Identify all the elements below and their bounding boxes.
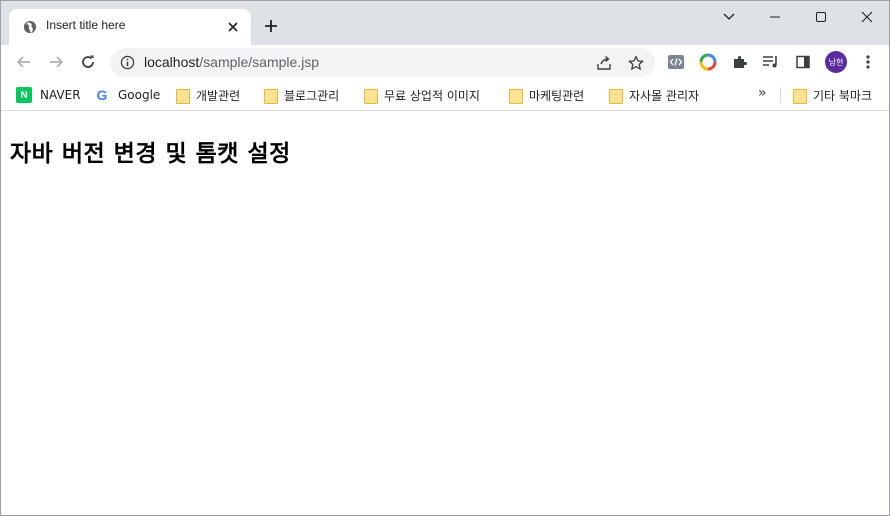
- extensions-button[interactable]: [730, 52, 750, 72]
- info-icon[interactable]: [120, 55, 135, 70]
- page-content: 자바 버전 변경 및 톰캣 설정: [1, 112, 889, 515]
- bookmark-label: 블로그관리: [284, 88, 340, 103]
- plus-icon: [265, 20, 277, 32]
- folder-icon: [176, 88, 190, 104]
- url-host: localhost: [144, 54, 200, 70]
- address-bar[interactable]: localhost/sample/sample.jsp: [110, 48, 655, 77]
- close-window-button[interactable]: [852, 5, 882, 29]
- folder-icon: [609, 88, 623, 104]
- bookmarks-overflow-button[interactable]: »: [758, 85, 767, 101]
- side-panel-icon: [796, 55, 810, 69]
- bookmark-label: 기타 북마크: [813, 88, 873, 103]
- minimize-button[interactable]: [760, 5, 790, 29]
- profile-avatar[interactable]: 남현: [825, 51, 847, 73]
- bookmark-google[interactable]: G Google: [94, 86, 161, 104]
- browser-window: Insert title here localhost/sample/sampl…: [0, 0, 890, 516]
- bookmark-label: 마케팅관련: [529, 88, 585, 103]
- bookmark-folder-images[interactable]: 무료 상업적 이미지: [364, 86, 480, 104]
- reload-icon: [82, 55, 94, 68]
- folder-icon: [264, 88, 278, 104]
- avatar-initials: 남현: [828, 57, 844, 67]
- forward-button[interactable]: [45, 51, 67, 73]
- puzzle-icon: [734, 56, 747, 68]
- bookmark-folder-dev[interactable]: 개발관련: [176, 86, 240, 104]
- close-icon: [228, 22, 238, 32]
- tab-strip: Insert title here: [1, 1, 889, 45]
- reload-button[interactable]: [77, 51, 99, 73]
- bookmarks-bar: N NAVER G Google 개발관련 블로그관리 무료 상업적 이미지 마…: [1, 79, 889, 111]
- close-icon: [861, 11, 873, 23]
- minimize-icon: [770, 16, 780, 18]
- bookmark-label: 자사몰 관리자: [629, 88, 700, 103]
- google-icon: G: [96, 87, 108, 103]
- back-button[interactable]: [13, 51, 35, 73]
- url-text[interactable]: localhost/sample/sample.jsp: [144, 54, 319, 70]
- more-vertical-icon: [866, 55, 870, 69]
- share-button[interactable]: [595, 54, 613, 72]
- tab-close-button[interactable]: [225, 19, 241, 35]
- folder-icon: [364, 88, 378, 104]
- color-wheel-icon: [699, 53, 717, 71]
- bookmark-folder-admin[interactable]: 자사몰 관리자: [609, 86, 699, 104]
- share-icon: [597, 55, 611, 70]
- bookmarks-divider: [780, 87, 781, 103]
- media-control-button[interactable]: [761, 52, 781, 72]
- maximize-button[interactable]: [806, 5, 836, 29]
- code-icon: [668, 55, 684, 69]
- bookmark-label: Google: [118, 88, 161, 102]
- active-tab[interactable]: Insert title here: [9, 9, 251, 45]
- globe-icon: [23, 20, 37, 34]
- bookmark-label: 무료 상업적 이미지: [384, 88, 480, 103]
- bookmark-folder-blog[interactable]: 블로그관리: [264, 86, 339, 104]
- playlist-icon: [763, 56, 777, 68]
- naver-icon: N: [16, 87, 32, 103]
- folder-icon: [509, 88, 523, 104]
- chevron-down-icon: [723, 13, 735, 20]
- bookmark-folder-marketing[interactable]: 마케팅관련: [509, 86, 584, 104]
- page-heading: 자바 버전 변경 및 톰캣 설정: [10, 141, 291, 167]
- extension-color-button[interactable]: [698, 52, 718, 72]
- side-panel-button[interactable]: [793, 52, 813, 72]
- bookmark-naver[interactable]: N NAVER: [16, 86, 81, 104]
- browser-toolbar: localhost/sample/sample.jsp 남현: [1, 45, 889, 79]
- menu-button[interactable]: [858, 52, 878, 72]
- new-tab-button[interactable]: [261, 16, 281, 36]
- tab-search-button[interactable]: [714, 5, 744, 29]
- bookmark-star-button[interactable]: [627, 54, 645, 72]
- arrow-right-icon: [50, 56, 64, 68]
- folder-icon: [793, 88, 807, 104]
- star-icon: [628, 55, 644, 70]
- bookmark-label: NAVER: [40, 88, 81, 102]
- extension-code-button[interactable]: [666, 52, 686, 72]
- url-path: /sample/sample.jsp: [199, 54, 320, 70]
- maximize-icon: [816, 12, 826, 22]
- bookmark-label: 개발관련: [196, 88, 241, 103]
- bookmark-folder-other[interactable]: 기타 북마크: [793, 86, 872, 104]
- arrow-left-icon: [16, 56, 30, 68]
- tab-title: Insert title here: [46, 18, 126, 32]
